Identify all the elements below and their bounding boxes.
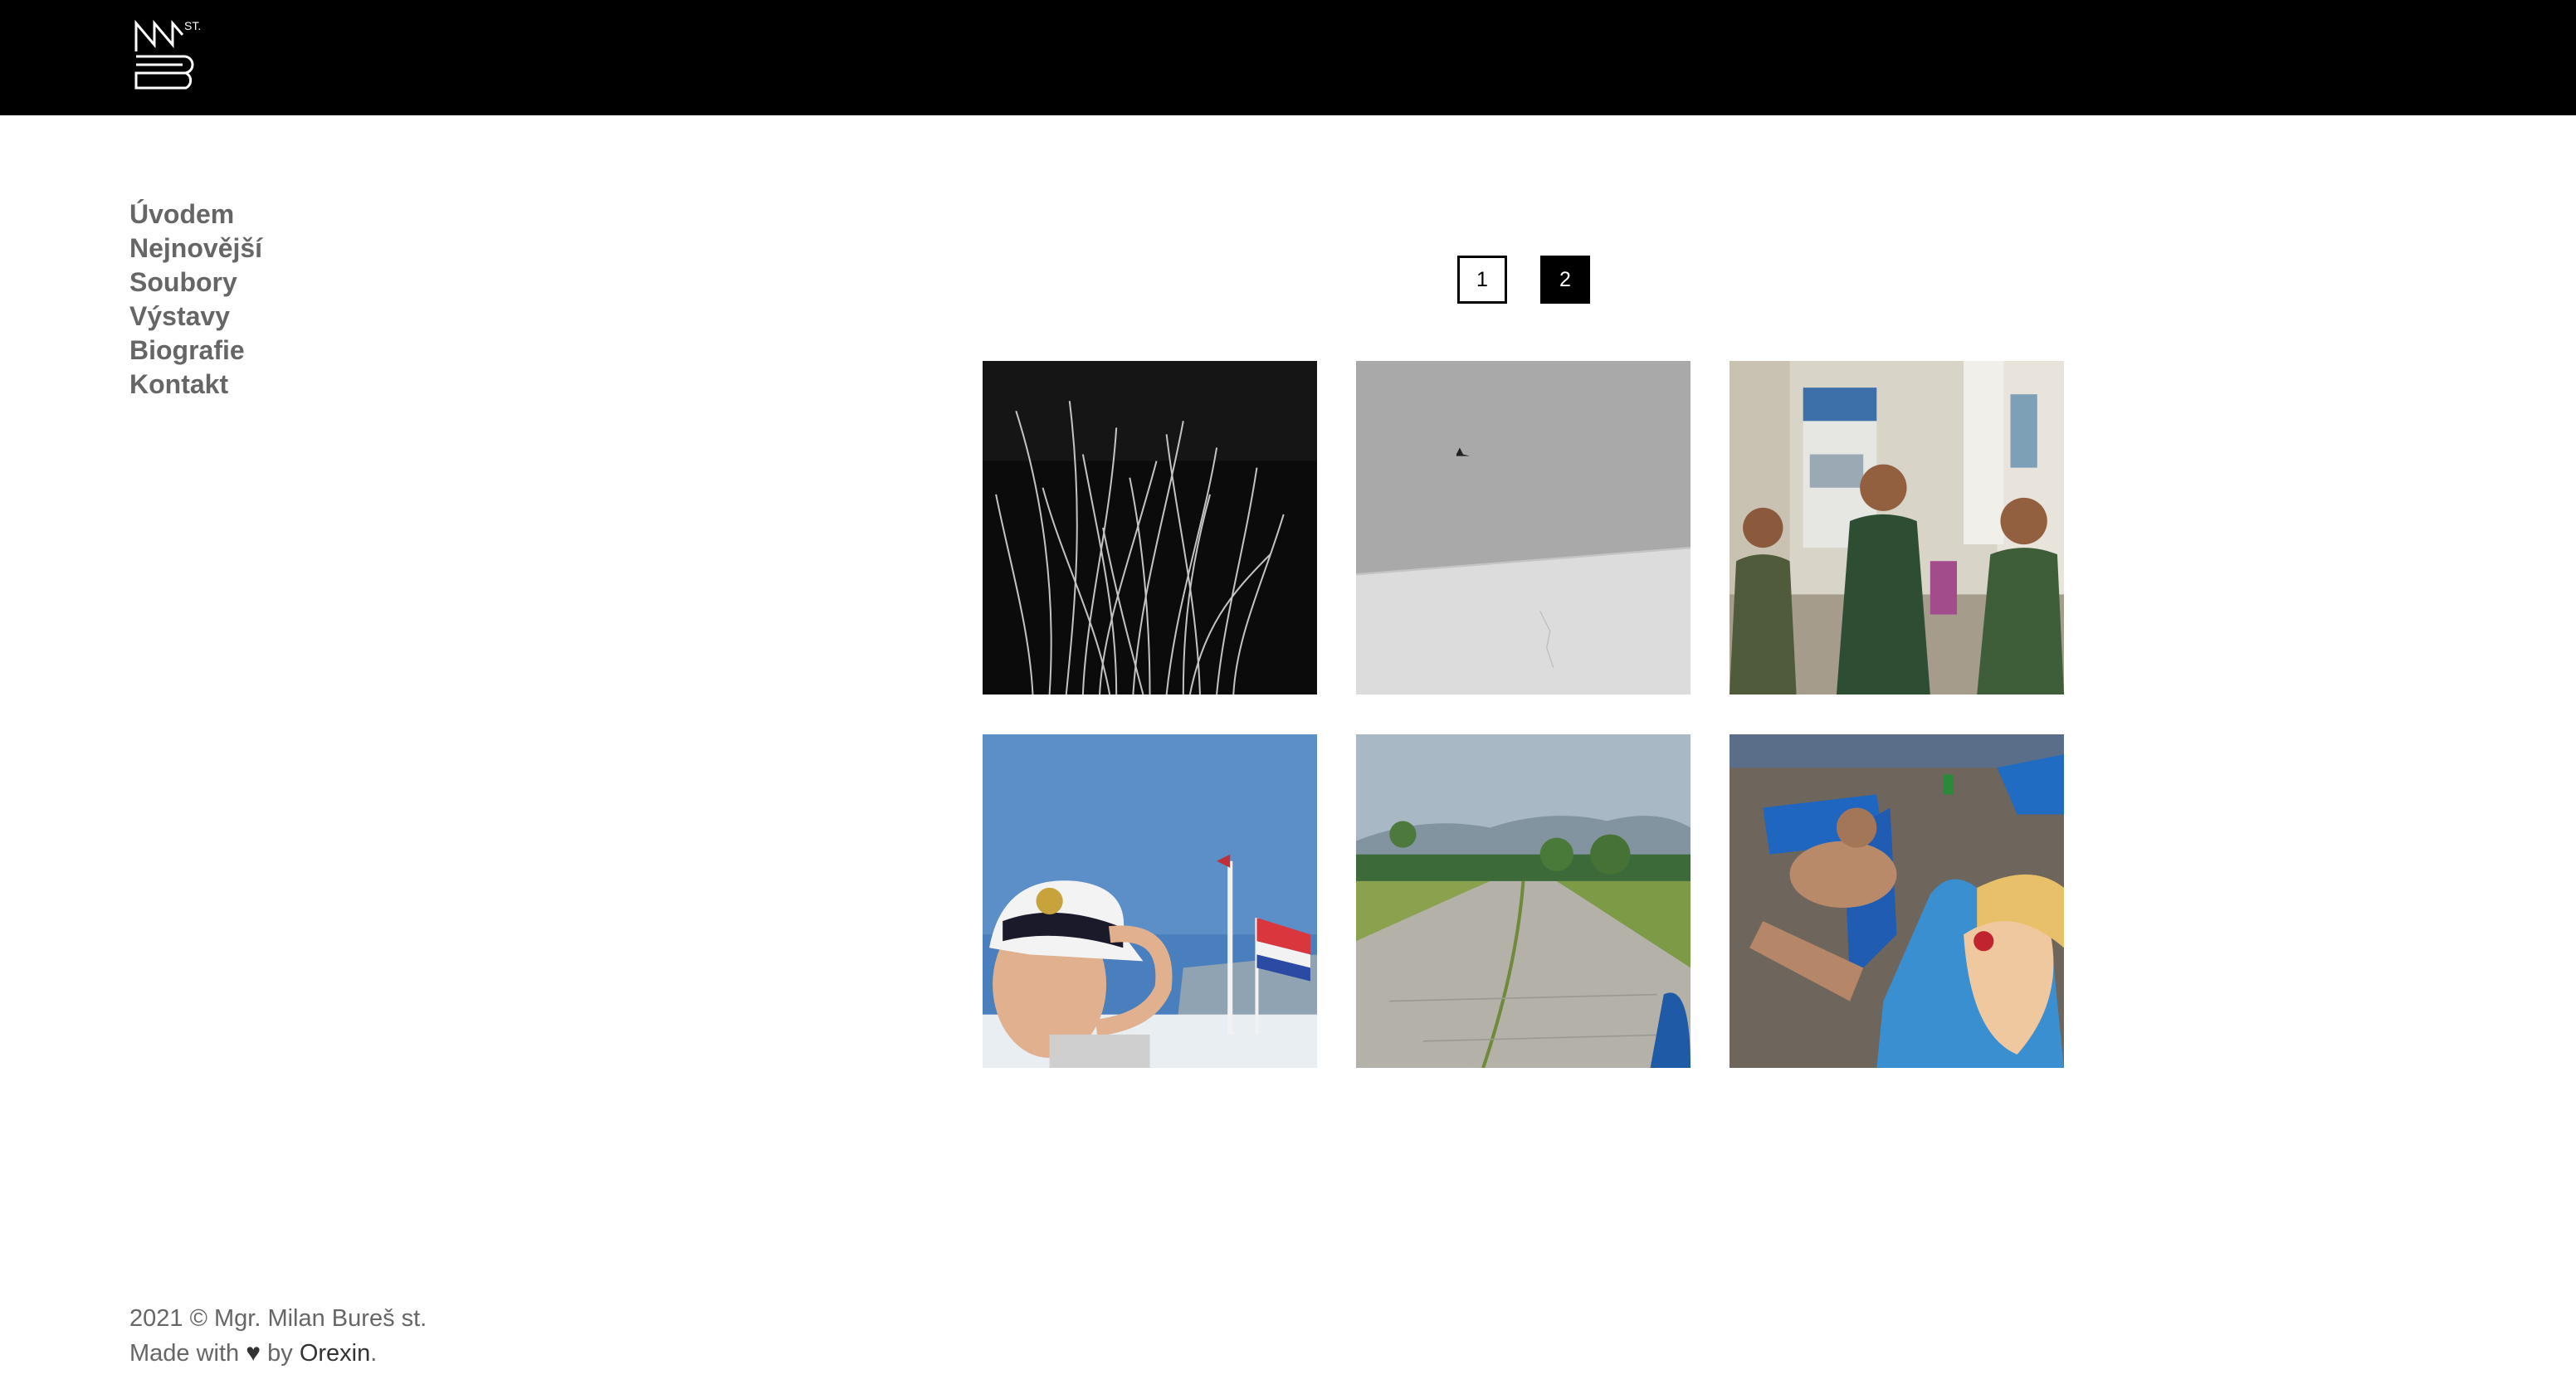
photo-man-sunbathing-beach (1730, 734, 2064, 1068)
main-nav: Úvodem Nejnovější Soubory Výstavy Biogra… (129, 197, 262, 402)
gallery-photo-2[interactable] (1356, 361, 1690, 694)
gallery-photo-6[interactable] (1730, 734, 2064, 1068)
footer-author-link[interactable]: Orexin (300, 1340, 370, 1367)
footer: 2021 © Mgr. Milan Bureš st. Made with ♥ … (129, 1301, 427, 1371)
top-bar: ST. (0, 0, 2576, 115)
nav-item-vystavy[interactable]: Výstavy (129, 300, 262, 334)
photo-gallery (983, 361, 2064, 1068)
footer-credits: Made with ♥ by Orexin. (129, 1336, 427, 1371)
photo-boy-captain-hat (983, 734, 1317, 1068)
footer-made-with: Made with (129, 1340, 240, 1367)
nav-item-biografie[interactable]: Biografie (129, 334, 262, 368)
photo-dry-grass-bw (983, 361, 1317, 694)
gallery-photo-3[interactable] (1730, 361, 2064, 694)
logo-link[interactable]: ST. (133, 18, 209, 90)
photo-cracked-runway (1356, 734, 1690, 1068)
nav-item-kontakt[interactable]: Kontakt (129, 368, 262, 402)
gallery-photo-1[interactable] (983, 361, 1317, 694)
footer-by: by (267, 1340, 293, 1367)
svg-text:ST.: ST. (184, 19, 201, 32)
page-1-button[interactable]: 1 (1457, 256, 1507, 304)
ms-monogram-logo-icon: ST. (134, 19, 201, 90)
nav-item-soubory[interactable]: Soubory (129, 266, 262, 300)
photo-three-children-street (1730, 361, 2064, 694)
gallery-photo-4[interactable] (983, 734, 1317, 1068)
photo-bird-over-snow-bw (1356, 361, 1690, 694)
footer-period: . (370, 1340, 378, 1367)
gallery-photo-5[interactable] (1356, 734, 1690, 1068)
nav-item-nejnovejsi[interactable]: Nejnovější (129, 232, 262, 266)
footer-copyright: 2021 © Mgr. Milan Bureš st. (129, 1305, 427, 1332)
heart-icon: ♥ (246, 1339, 261, 1367)
nav-item-uvodem[interactable]: Úvodem (129, 197, 262, 232)
page-2-button-current[interactable]: 2 (1540, 256, 1590, 304)
